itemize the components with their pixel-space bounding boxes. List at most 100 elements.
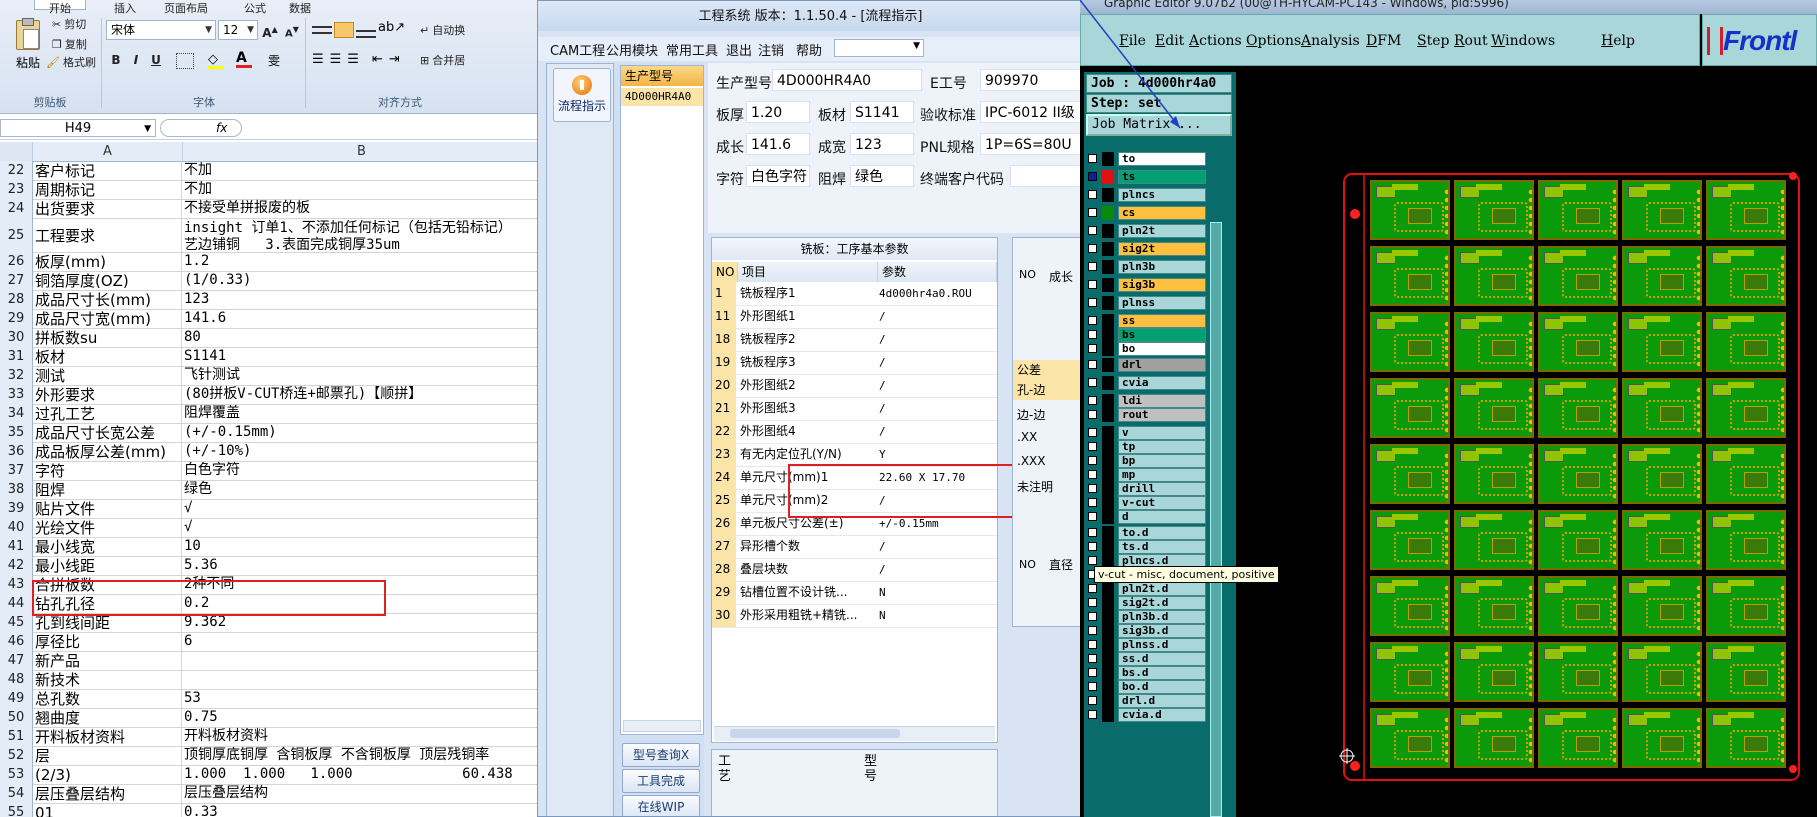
layer-row[interactable]: bs: [1088, 328, 1206, 342]
cell-b[interactable]: (+/-0.15mm): [184, 423, 540, 442]
table-row[interactable]: 1 铣板程序1 4d000hr4a0.ROU: [712, 282, 997, 306]
cell-a[interactable]: 厚径比: [35, 632, 182, 651]
row-number[interactable]: 25: [0, 218, 33, 252]
layer-row[interactable]: sig3b: [1088, 278, 1206, 292]
model-query-button[interactable]: 型号查询X: [622, 743, 700, 767]
cell-a[interactable]: 总孔数: [35, 689, 182, 708]
cell-b[interactable]: 不加: [184, 180, 540, 199]
layer-name[interactable]: cs: [1118, 206, 1206, 220]
tab-home[interactable]: 开始: [34, 0, 86, 15]
table-row[interactable]: 11 外形图纸1 /: [712, 305, 997, 329]
cell-b[interactable]: (+/-10%): [184, 442, 540, 461]
layer-name[interactable]: ts: [1118, 170, 1206, 184]
cell-b[interactable]: (80拼板V-CUT桥连+邮票孔)【顺拼】: [184, 385, 540, 404]
layer-name[interactable]: plncs: [1118, 188, 1206, 202]
layer-name[interactable]: cvia.d: [1118, 708, 1206, 722]
cell-b[interactable]: 0.2: [184, 594, 540, 613]
mill-col-item[interactable]: 项目: [738, 262, 878, 282]
cell-b[interactable]: 白色字符: [184, 461, 540, 480]
layer-name[interactable]: pln2t: [1118, 224, 1206, 238]
cell-a[interactable]: 板厚(mm): [35, 252, 182, 271]
cell-b[interactable]: 1.000 1.000 1.000 60.438: [184, 765, 540, 784]
cell-b[interactable]: 不加: [184, 161, 540, 180]
row-number[interactable]: 34: [0, 404, 33, 423]
layer-name[interactable]: bo.d: [1118, 680, 1206, 694]
cell-a[interactable]: 层压叠层结构: [35, 784, 182, 803]
row-number[interactable]: 40: [0, 518, 33, 537]
layer-checkbox[interactable]: [1088, 484, 1097, 493]
layer-checkbox[interactable]: [1088, 626, 1097, 635]
layer-name[interactable]: sig3b: [1118, 278, 1206, 292]
table-row[interactable]: 18 铣板程序2 /: [712, 328, 997, 352]
layer-row[interactable]: ss.d: [1088, 652, 1206, 666]
layer-name[interactable]: rout: [1118, 408, 1206, 422]
row-number[interactable]: 29: [0, 309, 33, 328]
cell-b[interactable]: (1/0.33): [184, 271, 540, 290]
layer-name[interactable]: cvia: [1118, 376, 1206, 390]
layer-name[interactable]: bs: [1118, 328, 1206, 342]
cell-a[interactable]: 板材: [35, 347, 182, 366]
cell-b[interactable]: 2种不同: [184, 575, 540, 594]
cut-button[interactable]: ✂ 剪切: [52, 16, 86, 32]
cell-b[interactable]: 141.6: [184, 309, 540, 328]
layer-row[interactable]: drl: [1088, 358, 1206, 372]
cell-a[interactable]: 铜箔厚度(OZ): [35, 271, 182, 290]
layer-name[interactable]: mp: [1118, 468, 1206, 482]
cell-b[interactable]: 9.362: [184, 613, 540, 632]
cell-a[interactable]: 阻焊: [35, 480, 182, 499]
cell-b[interactable]: √: [184, 499, 540, 518]
row-number[interactable]: 42: [0, 556, 33, 575]
layer-row[interactable]: sig3b.d: [1088, 624, 1206, 638]
table-row[interactable]: 30 外形采用粗铣+精铣... N: [712, 604, 997, 628]
cell-b[interactable]: 6: [184, 632, 540, 651]
layer-name[interactable]: to.d: [1118, 526, 1206, 540]
underline-button[interactable]: U: [146, 50, 166, 70]
row-number[interactable]: 47: [0, 651, 33, 670]
menu-exit[interactable]: 退出: [726, 40, 752, 59]
layer-row[interactable]: plncs: [1088, 188, 1206, 202]
cell-b[interactable]: 53: [184, 689, 540, 708]
layer-checkbox[interactable]: [1088, 208, 1097, 217]
grow-font-button[interactable]: A▲: [260, 20, 280, 40]
row-number[interactable]: 38: [0, 480, 33, 499]
layer-checkbox[interactable]: [1088, 226, 1097, 235]
layer-row[interactable]: ts: [1088, 170, 1206, 184]
copy-button[interactable]: ❐ 复制: [52, 36, 87, 52]
fill-color-icon[interactable]: ◇: [208, 52, 224, 69]
layer-checkbox[interactable]: [1088, 710, 1097, 719]
layer-checkbox[interactable]: [1088, 172, 1097, 181]
ge-menu-item[interactable]: Help: [1601, 33, 1635, 49]
menu-logout[interactable]: 注销: [758, 40, 784, 59]
layer-checkbox[interactable]: [1088, 512, 1097, 521]
row-number[interactable]: 36: [0, 442, 33, 461]
flow-indicator-button[interactable]: 流程指示: [553, 68, 611, 122]
layer-checkbox[interactable]: [1088, 556, 1097, 565]
cell-a[interactable]: (2/3): [35, 765, 182, 784]
row-number[interactable]: 39: [0, 499, 33, 518]
table-row[interactable]: 24 单元尺寸(mm)1 22.60 X 17.70: [712, 466, 997, 490]
fx-button[interactable]: fx: [160, 119, 242, 137]
row-number[interactable]: 52: [0, 746, 33, 765]
row-number[interactable]: 28: [0, 290, 33, 309]
table-row[interactable]: 19 铣板程序3 /: [712, 351, 997, 375]
layer-row[interactable]: rout: [1088, 408, 1206, 422]
table-row[interactable]: 27 异形槽个数 /: [712, 535, 997, 559]
cell-a[interactable]: 测试: [35, 366, 182, 385]
cell-a[interactable]: 成品尺寸长宽公差: [35, 423, 182, 442]
table-row[interactable]: 22 外形图纸4 /: [712, 420, 997, 444]
list-item[interactable]: 4D000HR4A0: [621, 88, 703, 106]
layer-checkbox[interactable]: [1088, 442, 1097, 451]
layer-name[interactable]: sig3b.d: [1118, 624, 1206, 638]
row-number[interactable]: 27: [0, 271, 33, 290]
menu-common-module[interactable]: 公用模块: [606, 40, 658, 59]
row-number[interactable]: 55: [0, 803, 33, 817]
layer-name[interactable]: ts.d: [1118, 540, 1206, 554]
align-bottom-icon[interactable]: [356, 22, 376, 38]
row-number[interactable]: 35: [0, 423, 33, 442]
column-b-header[interactable]: B: [183, 142, 540, 161]
layer-row[interactable]: tp: [1088, 440, 1206, 454]
cell-b[interactable]: 0.75: [184, 708, 540, 727]
table-row[interactable]: 28 叠层块数 /: [712, 558, 997, 582]
tab-formula[interactable]: 公式: [230, 0, 280, 15]
cell-b[interactable]: 1.2: [184, 252, 540, 271]
